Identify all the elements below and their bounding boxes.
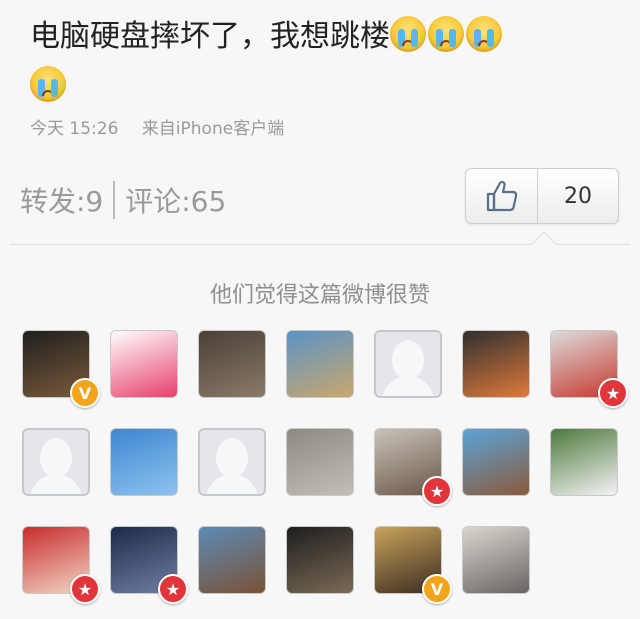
comment-count[interactable]: 评论:65 — [125, 180, 226, 220]
crying-face-icon — [30, 66, 66, 102]
post-source[interactable]: 来自iPhone客户端 — [142, 119, 284, 139]
stats-separator — [113, 181, 116, 219]
post-text: 电脑硬盘摔坏了，我想跳楼 — [30, 12, 620, 112]
avatar-4[interactable] — [286, 330, 354, 398]
like-control: 20 — [465, 168, 619, 224]
star-badge-icon: ★ — [70, 574, 100, 604]
like-count[interactable]: 20 — [538, 169, 618, 223]
post-stats: 转发:9 评论:65 — [20, 180, 226, 220]
avatar-3[interactable] — [198, 330, 266, 398]
avatar-6[interactable] — [462, 330, 530, 398]
avatar-5[interactable] — [374, 330, 442, 398]
thumbs-up-icon — [486, 180, 517, 212]
verified-badge-icon: V — [70, 378, 100, 408]
likers-title: 他们觉得这篇微博很赞 — [209, 283, 430, 308]
repost-count[interactable]: 转发:9 — [20, 180, 103, 220]
avatar-17[interactable] — [198, 526, 266, 594]
crying-face-icon — [428, 16, 464, 52]
crying-face-icon — [466, 16, 502, 52]
star-badge-icon: ★ — [158, 574, 188, 604]
star-badge-icon: ★ — [598, 378, 628, 408]
avatar-18[interactable] — [286, 526, 354, 594]
avatar-14[interactable] — [550, 428, 618, 496]
verified-badge-icon: V — [422, 574, 452, 604]
post-time: 今天 15:26 — [30, 119, 119, 139]
post-meta: 今天 15:26 来自iPhone客户端 — [30, 114, 302, 139]
crying-face-icon — [390, 16, 426, 52]
avatar-13[interactable] — [462, 428, 530, 496]
avatar-2[interactable] — [110, 330, 178, 398]
avatar-11[interactable] — [286, 428, 354, 496]
like-button[interactable] — [466, 169, 538, 223]
avatar-10[interactable] — [198, 428, 266, 496]
post-text-content: 电脑硬盘摔坏了，我想跳楼 — [30, 19, 390, 54]
divider-caret — [531, 231, 557, 257]
avatar-9[interactable] — [110, 428, 178, 496]
avatar-8[interactable] — [22, 428, 90, 496]
avatar-20[interactable] — [462, 526, 530, 594]
star-badge-icon: ★ — [422, 476, 452, 506]
